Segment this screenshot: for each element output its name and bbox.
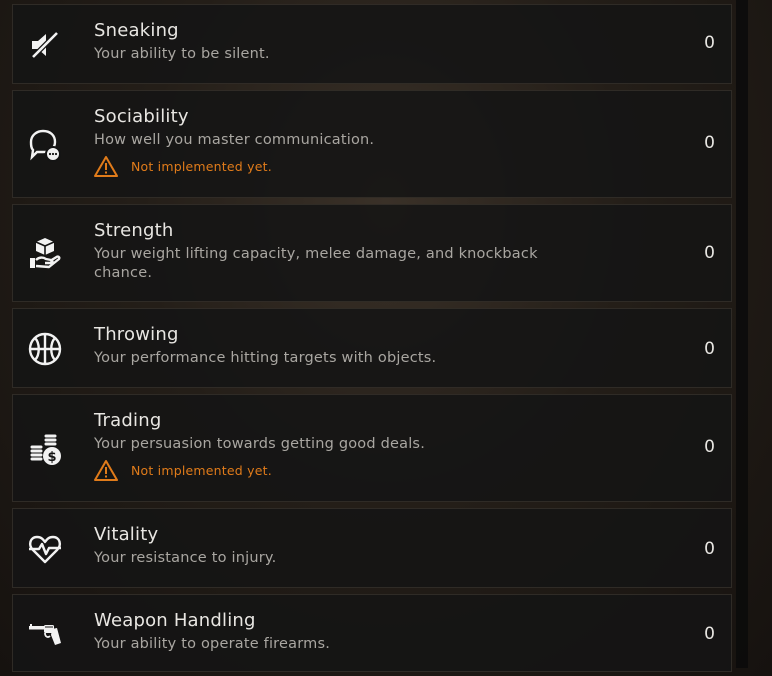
skill-row-throwing[interactable]: Throwing Your performance hitting target…	[12, 308, 732, 388]
skill-name: Trading	[94, 410, 162, 431]
skill-row-weapon-handling[interactable]: Weapon Handling Your ability to operate …	[12, 594, 732, 672]
warning-text: Not implemented yet.	[131, 462, 272, 478]
coin-stacks-icon: $	[25, 429, 65, 469]
skill-description: Your weight lifting capacity, melee dama…	[94, 246, 538, 281]
ball-icon	[25, 329, 65, 369]
box-on-hand-icon	[25, 233, 65, 273]
skill-description: Your ability to be silent.	[94, 46, 270, 62]
skill-name: Vitality	[94, 524, 159, 545]
skill-value: 0	[704, 539, 715, 559]
warning-icon	[94, 156, 118, 177]
skill-row-strength[interactable]: Strength Your weight lifting capacity, m…	[12, 204, 732, 302]
warning-text: Not implemented yet.	[131, 158, 272, 174]
skill-name: Weapon Handling	[94, 610, 256, 631]
skill-row-vitality[interactable]: Vitality Your resistance to injury. 0	[12, 508, 732, 588]
skill-value: 0	[704, 624, 715, 644]
skill-value: 0	[704, 243, 715, 263]
skill-value: 0	[704, 437, 715, 457]
skill-name: Sneaking	[94, 20, 179, 41]
skill-row-sociability[interactable]: Sociability How well you master communic…	[12, 90, 732, 198]
heartbeat-icon	[25, 529, 65, 569]
skill-value: 0	[704, 33, 715, 53]
skill-description: How well you master communication.	[94, 132, 375, 148]
not-implemented-warning: Not implemented yet.	[94, 155, 584, 177]
skill-row-trading[interactable]: $ Trading Your persuasion towards gettin…	[12, 394, 732, 502]
skill-description: Your resistance to injury.	[94, 550, 277, 566]
skill-description: Your persuasion towards getting good dea…	[94, 436, 425, 452]
warning-icon	[94, 460, 118, 481]
muted-speaker-icon	[25, 25, 65, 65]
skill-value: 0	[704, 133, 715, 153]
speech-bubbles-icon	[25, 125, 65, 165]
skill-name: Throwing	[94, 324, 179, 345]
skill-description: Your performance hitting targets with ob…	[94, 350, 437, 366]
skill-name: Sociability	[94, 106, 189, 127]
revolver-icon	[25, 614, 65, 654]
skill-row-sneaking[interactable]: Sneaking Your ability to be silent. 0	[12, 4, 732, 84]
svg-text:$: $	[47, 450, 56, 465]
skill-value: 0	[704, 339, 715, 359]
scrollbar[interactable]	[736, 0, 748, 668]
skill-list: Sneaking Your ability to be silent. 0 So…	[12, 4, 732, 672]
skill-description: Your ability to operate firearms.	[94, 636, 331, 652]
not-implemented-warning: Not implemented yet.	[94, 459, 584, 481]
skill-name: Strength	[94, 220, 174, 241]
